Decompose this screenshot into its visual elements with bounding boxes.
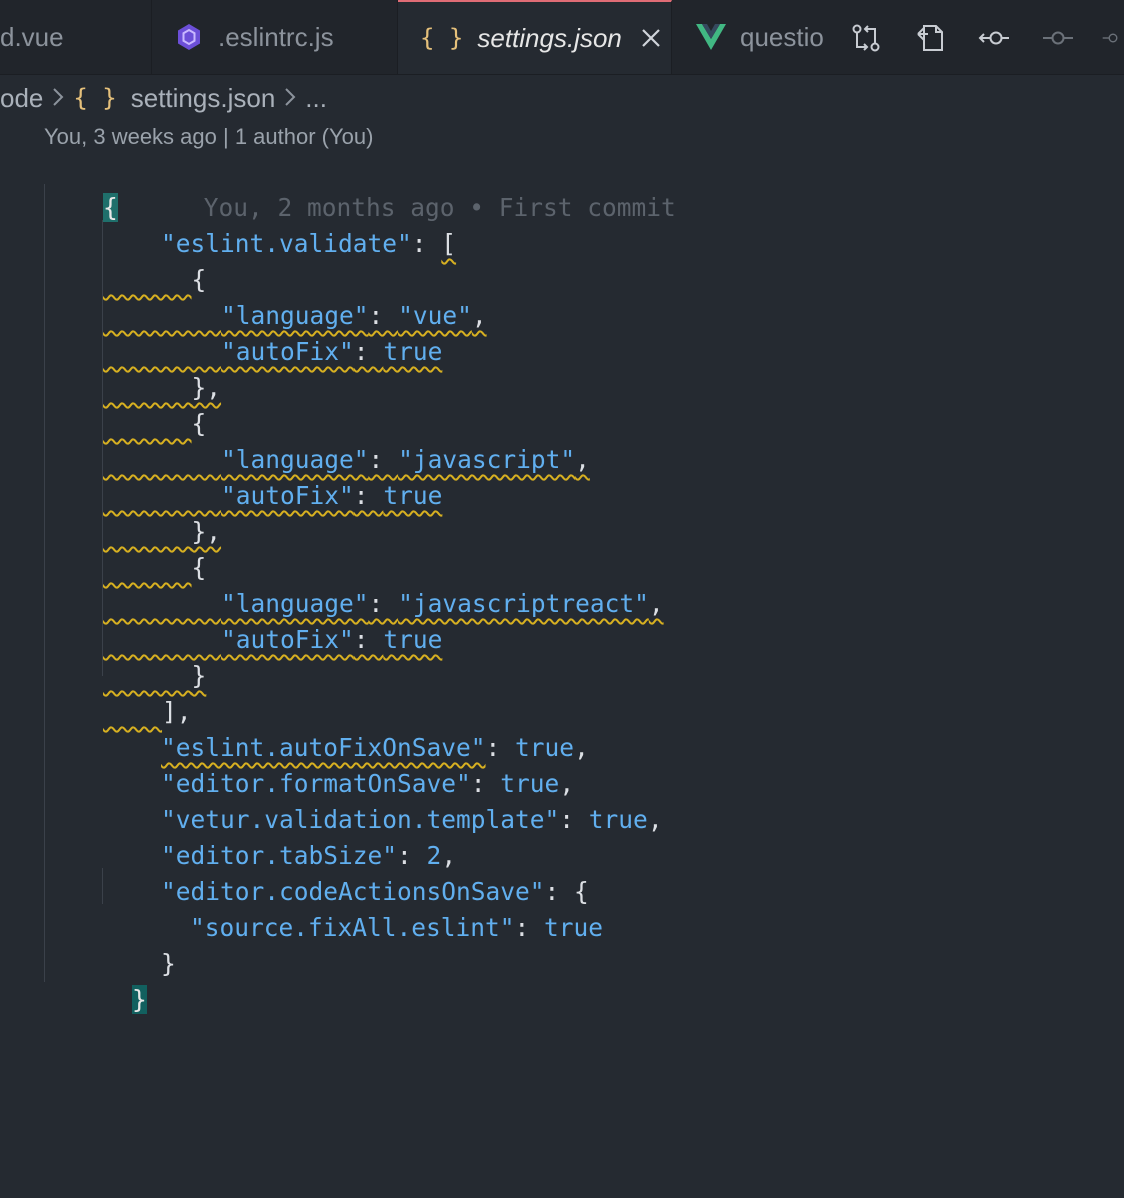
object-close: } <box>191 661 207 690</box>
code-line: { <box>44 370 207 438</box>
close-brace: } <box>132 985 147 1014</box>
comma: , <box>471 301 487 330</box>
close-icon[interactable] <box>638 25 664 51</box>
comma: , <box>574 733 589 762</box>
json-key: "autoFix" <box>221 625 354 654</box>
json-value: true <box>544 913 604 942</box>
code-line: "editor.formatOnSave": true, <box>102 730 574 798</box>
colon: : <box>353 625 384 654</box>
code-line: ], <box>44 658 192 726</box>
json-key: "source.fixAll.eslint" <box>190 913 515 942</box>
code-line: { <box>44 226 207 294</box>
code-line: }, <box>44 478 222 546</box>
code-line: "autoFix": true <box>44 298 442 366</box>
colon: : <box>514 913 545 942</box>
json-value: true <box>588 805 648 834</box>
code-line: "language": "javascriptreact", <box>44 550 664 618</box>
code-line: }, <box>44 334 222 402</box>
code-line: } <box>73 946 147 1014</box>
json-value: true <box>383 337 443 366</box>
tab-questio[interactable]: questio <box>672 0 842 74</box>
json-braces-icon: { } <box>73 84 117 112</box>
tab-d-vue[interactable]: d.vue <box>0 0 152 74</box>
json-key: "autoFix" <box>221 481 354 510</box>
json-braces-icon: { } <box>420 24 464 52</box>
breadcrumb-more[interactable]: ... <box>305 83 327 114</box>
tab-settings-json[interactable]: { } settings.json <box>398 0 672 74</box>
comma: , <box>647 805 663 834</box>
json-value: true <box>383 625 443 654</box>
code-line: "autoFix": true <box>44 586 442 654</box>
tab-eslintrc[interactable]: .eslintrc.js <box>152 0 398 74</box>
code-line: "eslint.validate": [ <box>102 190 456 258</box>
code-line: { <box>44 514 207 582</box>
tab-label: settings.json <box>477 22 622 53</box>
vue-logo-icon <box>696 24 726 50</box>
comma: , <box>648 589 664 618</box>
tab-label: questio <box>740 21 824 52</box>
colon: : <box>559 805 589 834</box>
chevron-right-icon <box>283 83 297 114</box>
git-compare-icon[interactable] <box>850 22 882 54</box>
editor-tab-bar: d.vue .eslintrc.js { } settings.json que… <box>0 0 1124 75</box>
tab-label: d.vue <box>0 21 64 52</box>
code-line: {You, 2 months ago • First commit <box>44 154 676 222</box>
colon: : <box>353 481 384 510</box>
code-line: "language": "vue", <box>44 262 487 330</box>
go-previous-change-icon[interactable] <box>978 22 1010 54</box>
code-line: "language": "javascript", <box>44 406 590 474</box>
breadcrumb-folder[interactable]: ode <box>0 83 43 114</box>
eslint-icon <box>174 22 204 52</box>
code-line: "vetur.validation.template": true, <box>102 766 663 834</box>
code-line: "eslint.autoFixOnSave": true, <box>102 694 589 762</box>
breadcrumb-file[interactable]: settings.json <box>131 83 276 114</box>
json-value: true <box>383 481 443 510</box>
colon: : <box>353 337 384 366</box>
object-close: } <box>161 949 176 978</box>
code-line: "editor.tabSize": 2, <box>102 802 456 870</box>
breadcrumb: ode { } settings.json ... <box>0 80 327 116</box>
go-next-change-icon[interactable] <box>1042 22 1074 54</box>
code-line: } <box>102 910 176 978</box>
git-codelens[interactable]: You, 3 weeks ago | 1 author (You) <box>44 124 373 154</box>
more-change-icon[interactable] <box>1102 22 1124 54</box>
code-line: } <box>44 622 207 690</box>
code-line: "autoFix": true <box>44 442 442 510</box>
json-key: "autoFix" <box>221 337 354 366</box>
code-line: "editor.codeActionsOnSave": { <box>102 838 589 906</box>
chevron-right-icon <box>51 83 65 114</box>
colon: : <box>411 229 442 258</box>
tab-label: .eslintrc.js <box>218 21 334 52</box>
comma: , <box>575 445 590 474</box>
code-line: "source.fixAll.eslint": true <box>131 874 603 942</box>
open-bracket: [ <box>441 229 457 258</box>
open-changes-icon[interactable] <box>914 22 946 54</box>
